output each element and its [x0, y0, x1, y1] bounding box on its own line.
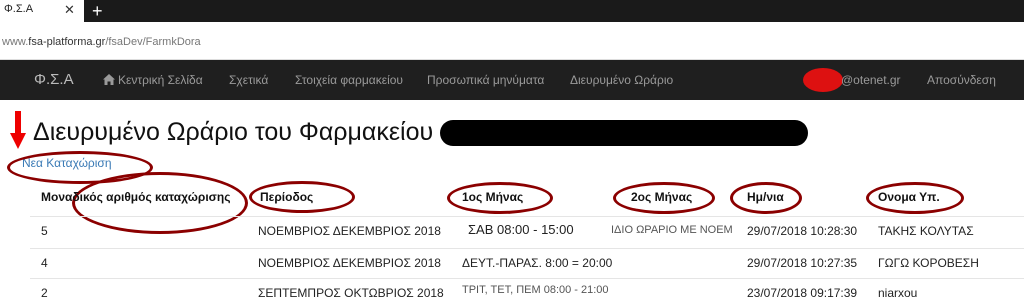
table-cell-date: 23/07/2018 09:17:39 — [747, 286, 858, 300]
logout-link[interactable]: Αποσύνδεση — [927, 73, 996, 87]
table-cell-month1: ΣΑΒ 08:00 - 15:00 — [468, 222, 574, 237]
row-divider — [30, 278, 1024, 279]
new-tab-icon[interactable]: + — [92, 0, 103, 22]
nav-item-extended-hours[interactable]: Διευρυμένο Ωράριο — [570, 73, 673, 87]
table-cell-name: ΓΩΓΩ ΚΟΡΟΒΕΣΗ — [878, 256, 979, 270]
nav-item-home[interactable]: Κεντρική Σελίδα — [103, 73, 203, 87]
browser-tab[interactable]: Φ.Σ.Α ✕ — [0, 0, 84, 22]
row-divider — [30, 248, 1024, 249]
row-divider — [30, 216, 1024, 217]
column-header-id: Μοναδικός αριθμός καταχώρισης — [41, 190, 231, 204]
column-header-name: Ονομα Υπ. — [878, 190, 940, 204]
nav-item-about[interactable]: Σχετικά — [229, 73, 268, 87]
tab-title: Φ.Σ.Α — [4, 3, 34, 15]
home-icon — [103, 74, 115, 85]
column-header-date: Ημ/νια — [747, 190, 784, 204]
url-text[interactable]: www.fsa-platforma.gr/fsaDev/FarmkDora — [2, 36, 201, 48]
nav-item-pharmacy-info[interactable]: Στοιχεία φαρμακείου — [295, 73, 403, 87]
table-cell-id: 4 — [41, 256, 48, 270]
table-cell-name: ΤΑΚΗΣ ΚΟΛΥΤΑΣ — [878, 224, 974, 238]
site-navbar: Φ.Σ.Α Κεντρική Σελίδα Σχετικά Στοιχεία φ… — [0, 60, 1024, 100]
browser-tab-strip: Φ.Σ.Α ✕ + — [0, 0, 1024, 22]
url-host: fsa-platforma.gr — [28, 36, 106, 48]
table-cell-date: 29/07/2018 10:28:30 — [747, 224, 858, 238]
redaction-mark — [803, 68, 843, 92]
user-email[interactable]: @otenet.gr — [841, 73, 901, 87]
page-title: Διευρυμένο Ωράριο του Φαρμακείου — [33, 118, 434, 146]
brand-logo[interactable]: Φ.Σ.Α — [34, 71, 74, 88]
column-header-month1: 1ος Μήνας — [462, 190, 524, 204]
address-bar[interactable]: www.fsa-platforma.gr/fsaDev/FarmkDora — [0, 22, 1024, 60]
table-cell-month1: ΔΕΥΤ.-ΠΑΡΑΣ. 8:00 = 20:00 — [462, 256, 613, 270]
redaction-bar — [440, 120, 808, 146]
nav-item-messages[interactable]: Προσωπικά μηνύματα — [427, 73, 544, 87]
table-cell-date: 29/07/2018 10:27:35 — [747, 256, 858, 270]
table-cell-period: ΣΕΠΤΕΜΠΡΟΣ ΟΚΤΩΒΡΙΟΣ 2018 — [258, 286, 444, 300]
column-header-period: Περίοδος — [260, 190, 314, 204]
table-cell-period: ΝΟΕΜΒΡΙΟΣ ΔΕΚΕΜΒΡΙΟΣ 2018 — [258, 256, 441, 270]
table-cell-month1: ΤΡΙΤ, ΤΕΤ, ΠΕΜ 08:00 - 21:00 — [462, 284, 609, 296]
close-icon[interactable]: ✕ — [64, 2, 75, 18]
table-cell-month2: ΙΔΙΟ ΩΡΑΡΙΟ ΜΕ ΝΟΕΜ — [611, 224, 733, 236]
table-cell-period: ΝΟΕΜΒΡΙΟΣ ΔΕΚΕΜΒΡΙΟΣ 2018 — [258, 224, 441, 238]
nav-item-home-label: Κεντρική Σελίδα — [118, 73, 203, 87]
column-header-month2: 2ος Μήνας — [631, 190, 693, 204]
table-cell-id: 5 — [41, 224, 48, 238]
arrow-down-icon — [10, 111, 26, 149]
table-cell-name: niarxou — [878, 286, 918, 300]
table-cell-id: 2 — [41, 286, 48, 300]
url-prefix: www. — [2, 36, 29, 48]
url-path: /fsaDev/FarmkDora — [105, 36, 201, 48]
